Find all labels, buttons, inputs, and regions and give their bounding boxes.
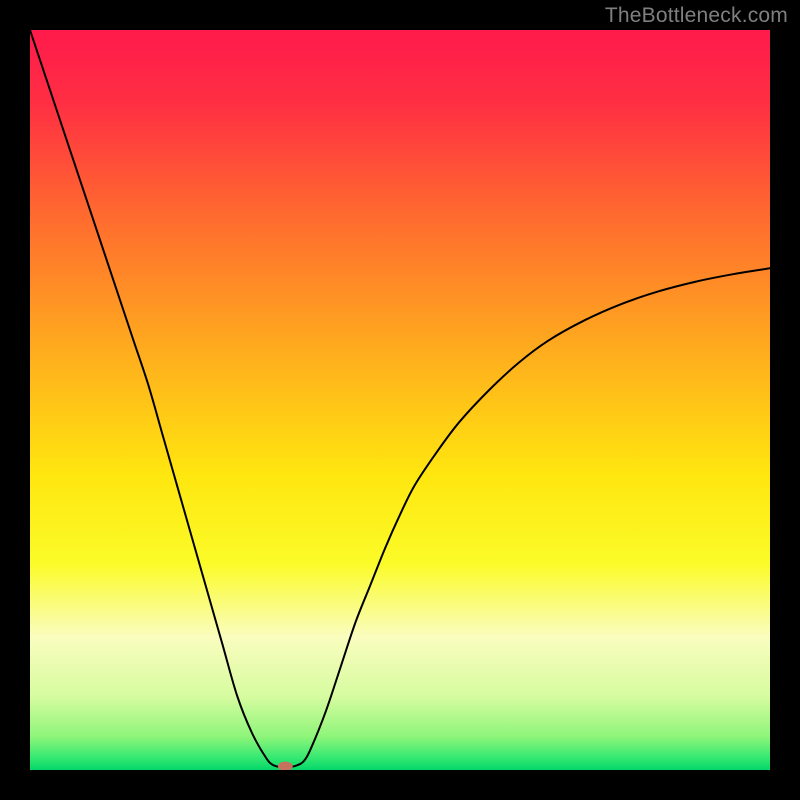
- watermark-text: TheBottleneck.com: [605, 4, 788, 28]
- chart-frame: TheBottleneck.com: [0, 0, 800, 800]
- plot-area: [30, 30, 770, 770]
- gradient-background: [30, 30, 770, 770]
- bottleneck-chart: [30, 30, 770, 770]
